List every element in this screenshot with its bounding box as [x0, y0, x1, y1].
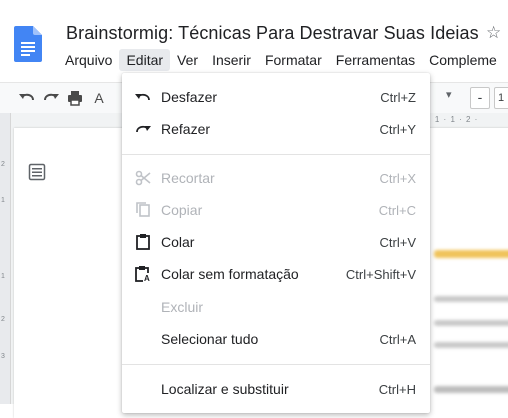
menu-item-localizar-substituir[interactable]: Localizar e substituir Ctrl+H — [122, 373, 430, 405]
shortcut-label: Ctrl+Y — [379, 122, 416, 137]
shortcut-label: Ctrl+V — [379, 235, 416, 250]
menu-separator — [122, 364, 430, 365]
copy-icon — [134, 201, 152, 219]
menu-item-selecionar-tudo[interactable]: Selecionar tudo Ctrl+A — [122, 323, 430, 355]
menu-item-label: Desfazer — [161, 89, 218, 105]
menu-item-refazer[interactable]: Refazer Ctrl+Y — [122, 113, 430, 145]
menu-item-label: Selecionar tudo — [161, 331, 259, 347]
menu-item-colar[interactable]: Colar Ctrl+V — [122, 226, 430, 258]
menu-separator — [122, 154, 430, 155]
menu-item-label: Copiar — [161, 202, 203, 218]
shortcut-label: Ctrl+H — [378, 382, 416, 397]
redo-icon — [134, 120, 152, 138]
shortcut-label: Ctrl+X — [379, 171, 416, 186]
menu-item-excluir: Excluir — [122, 291, 430, 323]
menu-item-recortar: Recortar Ctrl+X — [122, 162, 430, 194]
menu-item-colar-sem-formatacao[interactable]: A Colar sem formatação Ctrl+Shift+V — [122, 258, 430, 290]
edit-menu-dropdown: Desfazer Ctrl+Z Refazer Ctrl+Y Recortar … — [122, 73, 430, 413]
scissors-icon — [134, 169, 152, 187]
menu-item-label: Refazer — [161, 121, 211, 137]
undo-icon — [134, 88, 152, 106]
menu-item-label: Localizar e substituir — [161, 381, 289, 397]
menu-item-desfazer[interactable]: Desfazer Ctrl+Z — [122, 81, 430, 113]
menu-item-label: Recortar — [161, 170, 215, 186]
svg-text:A: A — [144, 274, 150, 283]
paste-plain-icon: A — [134, 265, 152, 283]
menu-item-label: Colar — [161, 234, 195, 250]
shortcut-label: Ctrl+A — [379, 332, 416, 347]
shortcut-label: Ctrl+Shift+V — [345, 267, 416, 282]
menu-item-copiar: Copiar Ctrl+C — [122, 194, 430, 226]
clipboard-icon — [134, 233, 152, 251]
menu-item-label: Excluir — [161, 299, 204, 315]
shortcut-label: Ctrl+Z — [380, 90, 416, 105]
shortcut-label: Ctrl+C — [378, 203, 416, 218]
menu-item-label: Colar sem formatação — [161, 266, 299, 282]
